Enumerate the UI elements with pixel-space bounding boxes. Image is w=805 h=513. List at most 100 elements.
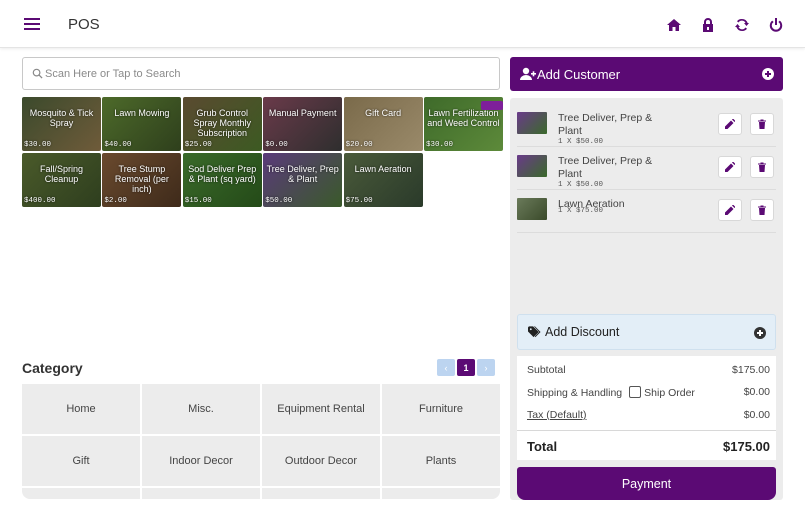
add-user-icon: [520, 67, 536, 80]
payment-button[interactable]: Payment: [517, 467, 776, 500]
category-item[interactable]: [142, 488, 260, 499]
shipping-row: Shipping & Handling Ship Order $0.00: [527, 386, 770, 399]
product-tile[interactable]: Manual Payment $0.00: [263, 97, 343, 151]
category-item[interactable]: Indoor Decor: [142, 436, 260, 486]
category-item[interactable]: [382, 488, 500, 499]
search-box[interactable]: [22, 57, 500, 90]
tag-icon: [528, 326, 541, 338]
lock-icon[interactable]: [691, 14, 725, 36]
cart-item: Tree Deliver, Prep & Plant 1 X $50.00: [517, 105, 776, 147]
tax-value: $0.00: [743, 409, 770, 421]
pencil-icon: [725, 162, 735, 172]
product-tile[interactable]: Grub Control Spray Monthly Subscription $…: [182, 97, 262, 151]
product-thumbnail: [517, 155, 547, 177]
category-item[interactable]: [22, 488, 140, 499]
product-tile[interactable]: Lawn Aeration $75.00: [343, 153, 423, 207]
ship-order-label[interactable]: Ship Order: [644, 387, 695, 399]
product-name: Tree Stump Removal (per inch): [114, 164, 169, 194]
product-price: $40.00: [104, 141, 132, 149]
category-title: Category: [22, 360, 83, 376]
product-tile[interactable]: Fall/Spring Cleanup $400.00: [22, 153, 101, 207]
category-item[interactable]: [262, 488, 380, 499]
trash-icon: [758, 119, 766, 129]
shipping-value: $0.00: [743, 386, 770, 398]
product-tile[interactable]: Tree Stump Removal (per inch) $2.00: [102, 153, 182, 207]
product-tile[interactable]: Lawn Fertilization and Weed Control $30.0…: [424, 97, 503, 151]
total-value: $175.00: [723, 439, 770, 454]
tag-badge: [481, 101, 503, 110]
add-customer-button[interactable]: Add Customer: [510, 57, 783, 91]
product-tile[interactable]: Mosquito & Tick Spray $30.00: [22, 97, 101, 151]
menu-icon[interactable]: [24, 18, 40, 31]
edit-button[interactable]: [718, 113, 742, 135]
product-price: $25.00: [184, 141, 212, 149]
pager-prev-button[interactable]: ‹: [437, 359, 455, 376]
product-name: Lawn Fertilization and Weed Control: [427, 108, 500, 128]
product-price: $15.00: [184, 197, 212, 205]
product-tile[interactable]: Tree Deliver, Prep & Plant $50.00: [263, 153, 343, 207]
cart-item-qty: 1 X $50.00: [558, 138, 604, 146]
search-input[interactable]: [45, 58, 485, 89]
pager-next-button[interactable]: ›: [477, 359, 495, 376]
category-item[interactable]: Furniture: [382, 384, 500, 434]
delete-button[interactable]: [750, 156, 774, 178]
total-row: Total $175.00: [517, 430, 776, 460]
product-name: Fall/Spring Cleanup: [39, 164, 84, 184]
ship-order-checkbox[interactable]: [629, 386, 642, 398]
tax-label[interactable]: Tax (Default): [527, 409, 587, 421]
product-price: $400.00: [24, 197, 56, 205]
top-bar: POS: [0, 0, 805, 48]
product-name: Lawn Aeration: [354, 164, 412, 174]
add-customer-label: Add Customer: [537, 67, 621, 82]
pencil-icon: [725, 119, 735, 129]
category-pager: ‹ 1 ›: [437, 359, 495, 376]
product-tile[interactable]: Gift Card $20.00: [343, 97, 423, 151]
totals-panel: Subtotal $175.00 Shipping & Handling Ship…: [517, 356, 776, 460]
total-label: Total: [527, 439, 558, 454]
app-title: POS: [68, 16, 100, 33]
category-item[interactable]: Outdoor Decor: [262, 436, 380, 486]
home-icon[interactable]: [657, 14, 691, 36]
tax-row: Tax (Default) $0.00: [527, 409, 770, 421]
product-price: $0.00: [265, 141, 288, 149]
category-item[interactable]: Gift: [22, 436, 140, 486]
product-name: Gift Card: [365, 108, 402, 118]
product-price: $75.00: [345, 197, 373, 205]
search-icon: [32, 68, 43, 79]
product-name: Mosquito & Tick Spray: [29, 108, 94, 128]
category-item[interactable]: Equipment Rental: [262, 384, 380, 434]
product-price: $20.00: [345, 141, 373, 149]
product-thumbnail: [517, 198, 547, 220]
category-item[interactable]: Misc.: [142, 384, 260, 434]
power-icon[interactable]: [759, 14, 793, 36]
product-name: Lawn Mowing: [114, 108, 170, 118]
add-discount-label: Add Discount: [545, 325, 620, 339]
subtotal-label: Subtotal: [527, 364, 566, 376]
sync-icon[interactable]: [725, 14, 759, 36]
add-discount-button[interactable]: Add Discount: [517, 314, 776, 350]
product-thumbnail: [517, 112, 547, 134]
product-tile[interactable]: Sod Deliver Prep & Plant (sq yard) $15.00: [182, 153, 262, 207]
product-price: $30.00: [426, 141, 454, 149]
edit-button[interactable]: [718, 156, 742, 178]
delete-button[interactable]: [750, 113, 774, 135]
product-name: Sod Deliver Prep & Plant (sq yard): [188, 164, 257, 184]
subtotal-value: $175.00: [732, 364, 770, 376]
product-price: $2.00: [104, 197, 127, 205]
cart-item-qty: 1 X $75.00: [558, 207, 604, 215]
plus-circle-icon: [762, 68, 774, 80]
trash-icon: [758, 205, 766, 215]
category-item[interactable]: Home: [22, 384, 140, 434]
pager-current-page[interactable]: 1: [457, 359, 475, 376]
subtotal-row: Subtotal $175.00: [527, 364, 770, 376]
category-item[interactable]: Plants: [382, 436, 500, 486]
pencil-icon: [725, 205, 735, 215]
product-tile[interactable]: Lawn Mowing $40.00: [102, 97, 182, 151]
plus-circle-icon: [754, 327, 766, 339]
product-price: $30.00: [24, 141, 52, 149]
category-grid: Home Misc. Equipment Rental Furniture Gift In…: [22, 384, 500, 499]
edit-button[interactable]: [718, 199, 742, 221]
shipping-label: Shipping & Handling: [527, 387, 623, 399]
cart-item: Lawn Aeration 1 X $75.00: [517, 191, 776, 233]
delete-button[interactable]: [750, 199, 774, 221]
